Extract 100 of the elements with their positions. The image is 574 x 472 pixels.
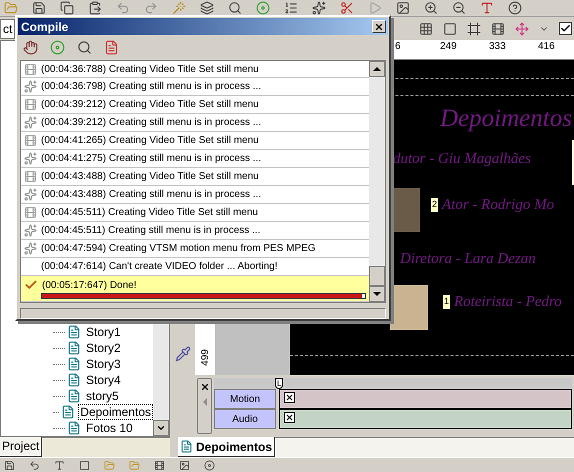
tree-item[interactable]: Story3	[84, 356, 123, 372]
log-row[interactable]: (00:04:41:275) Creating still menu is in process ...	[21, 150, 369, 168]
window-title: Compile	[21, 18, 68, 36]
log-row[interactable]: (00:04:41:265) Creating Video Title Set still menu	[21, 132, 369, 150]
timeline-marker[interactable]: L	[275, 378, 284, 389]
film-icon[interactable]	[491, 22, 505, 36]
save-icon[interactable]	[4, 460, 15, 470]
film-icon[interactable]	[154, 460, 165, 470]
film-icon	[24, 98, 37, 112]
menu-title: Depoimentos	[440, 105, 572, 133]
tree-item[interactable]: Story4	[84, 372, 123, 388]
log-text: (00:05:17:647) Done!	[42, 278, 137, 293]
save-icon[interactable]	[32, 1, 46, 15]
photo-placeholder	[390, 285, 428, 330]
hand-icon[interactable]	[23, 40, 38, 55]
panel-tab[interactable]: ct	[0, 18, 16, 38]
log-text: (00:04:43:488) Creating Video Title Set still menu	[41, 170, 259, 184]
ruler-label: 499	[198, 349, 212, 366]
zoom-in-icon[interactable]	[424, 1, 438, 15]
log-row[interactable]: (00:04:39:212) Creating still menu is in process ...	[21, 114, 369, 132]
disc-icon[interactable]	[204, 460, 215, 470]
page-icon	[67, 421, 81, 435]
ruler-label: 416	[538, 42, 555, 52]
sparkle-icon	[24, 116, 37, 130]
log-text: (00:04:41:265) Creating Video Title Set still menu	[41, 134, 259, 148]
document-icon[interactable]	[104, 40, 119, 55]
ruler-label: 333	[489, 42, 506, 52]
help-icon[interactable]	[508, 1, 522, 15]
copy-icon[interactable]	[60, 1, 74, 15]
scroll-up-icon[interactable]	[373, 66, 381, 71]
tree-item[interactable]: story5	[84, 388, 121, 404]
tree-item[interactable]: Story1	[84, 324, 123, 340]
ruler-label: 6	[395, 42, 401, 52]
track-label[interactable]: Motion	[214, 389, 276, 409]
number-badge: 1	[443, 295, 450, 309]
sparkle-icon	[24, 224, 37, 237]
scroll-down-icon[interactable]	[373, 292, 381, 296]
tree-item[interactable]: Fotos 10	[84, 420, 135, 436]
sparkle-icon	[24, 152, 37, 166]
list-icon[interactable]	[284, 1, 298, 15]
log-row[interactable]: (00:04:36:788) Creating Video Title Set still menu	[21, 60, 369, 78]
close-box-icon[interactable]	[284, 412, 295, 423]
x-mark-icon	[285, 393, 294, 402]
scroll-down-icon[interactable]	[156, 423, 166, 433]
log-text: (00:04:45:511) Creating Video Title Set still menu	[41, 206, 258, 220]
zoom-out-icon[interactable]	[452, 1, 466, 15]
sparkle-icon[interactable]	[312, 1, 326, 15]
log-text: (00:04:47:614) Can't create VIDEO folder ... Aborting!	[41, 260, 278, 274]
ruler-label: 249	[440, 42, 457, 52]
log-row[interactable]: (00:04:43:488) Creating still menu is in process ...	[21, 186, 369, 204]
log-row[interactable]: (00:04:47:594) Creating VTSM motion menu from PES MPEG	[21, 240, 369, 258]
tab[interactable]: Depoimentos	[178, 437, 276, 457]
film-icon	[24, 62, 37, 76]
log-row[interactable]: (00:05:17:647) Done!	[21, 276, 369, 302]
close-box-icon[interactable]	[284, 392, 295, 403]
number-badge: 2	[431, 198, 438, 212]
scrollbar[interactable]	[369, 60, 385, 302]
page-icon	[67, 341, 81, 355]
log-text: (00:04:39:212) Creating still menu is in process ...	[41, 116, 262, 130]
track-lane[interactable]	[279, 389, 572, 409]
sparkle-icon	[24, 188, 37, 201]
image-icon[interactable]	[396, 1, 410, 15]
log-text: (00:04:36:798) Creating still menu is in process ...	[41, 80, 262, 94]
text-icon[interactable]	[54, 460, 65, 470]
close-icon[interactable]	[200, 382, 210, 392]
log-row[interactable]: (00:04:36:798) Creating still menu is in process ...	[21, 78, 369, 96]
page-icon	[61, 405, 76, 419]
checkbox[interactable]	[559, 22, 572, 35]
tab[interactable]: Project	[0, 437, 42, 457]
frame-icon[interactable]	[443, 22, 457, 36]
log-row[interactable]: (00:04:45:511) Creating Video Title Set still menu	[21, 204, 369, 222]
frame-icon[interactable]	[79, 460, 90, 470]
log-row[interactable]: (00:04:45:511) Creating still menu is in process ...	[21, 222, 369, 240]
track-label[interactable]: Audio	[214, 409, 276, 429]
paste-icon[interactable]	[88, 1, 102, 15]
sparkle-icon	[24, 80, 37, 94]
image-icon[interactable]	[179, 460, 190, 470]
film-icon	[24, 134, 37, 148]
log-text: (00:04:45:511) Creating still menu is in process ...	[41, 224, 260, 238]
page-icon	[180, 440, 193, 453]
log-row[interactable]: (00:04:47:614) Can't create VIDEO folder ... Aborting!	[21, 258, 369, 276]
photo-placeholder	[392, 188, 420, 232]
tree-item[interactable]: Story2	[84, 340, 123, 356]
image-frame-icon[interactable]	[467, 22, 481, 36]
x-mark-icon	[285, 413, 294, 422]
page-icon	[67, 357, 81, 371]
undo-icon[interactable]	[29, 460, 40, 470]
log-text: (00:04:39:212) Creating Video Title Set still menu	[41, 98, 259, 112]
check-icon	[560, 23, 571, 34]
track-lane[interactable]	[279, 409, 572, 429]
timeline-handle[interactable]	[197, 378, 212, 434]
scroll-thumb[interactable]	[369, 266, 385, 286]
layers-icon[interactable]	[200, 1, 214, 15]
log-row[interactable]: (00:04:39:212) Creating Video Title Set still menu	[21, 96, 369, 114]
move-icon[interactable]	[515, 22, 529, 36]
eyedropper-icon[interactable]	[174, 346, 190, 362]
grid-icon[interactable]	[419, 22, 433, 36]
log-text: (00:04:41:275) Creating still menu is in process ...	[41, 152, 262, 166]
film-icon	[24, 206, 37, 219]
log-row[interactable]: (00:04:43:488) Creating Video Title Set still menu	[21, 168, 369, 186]
